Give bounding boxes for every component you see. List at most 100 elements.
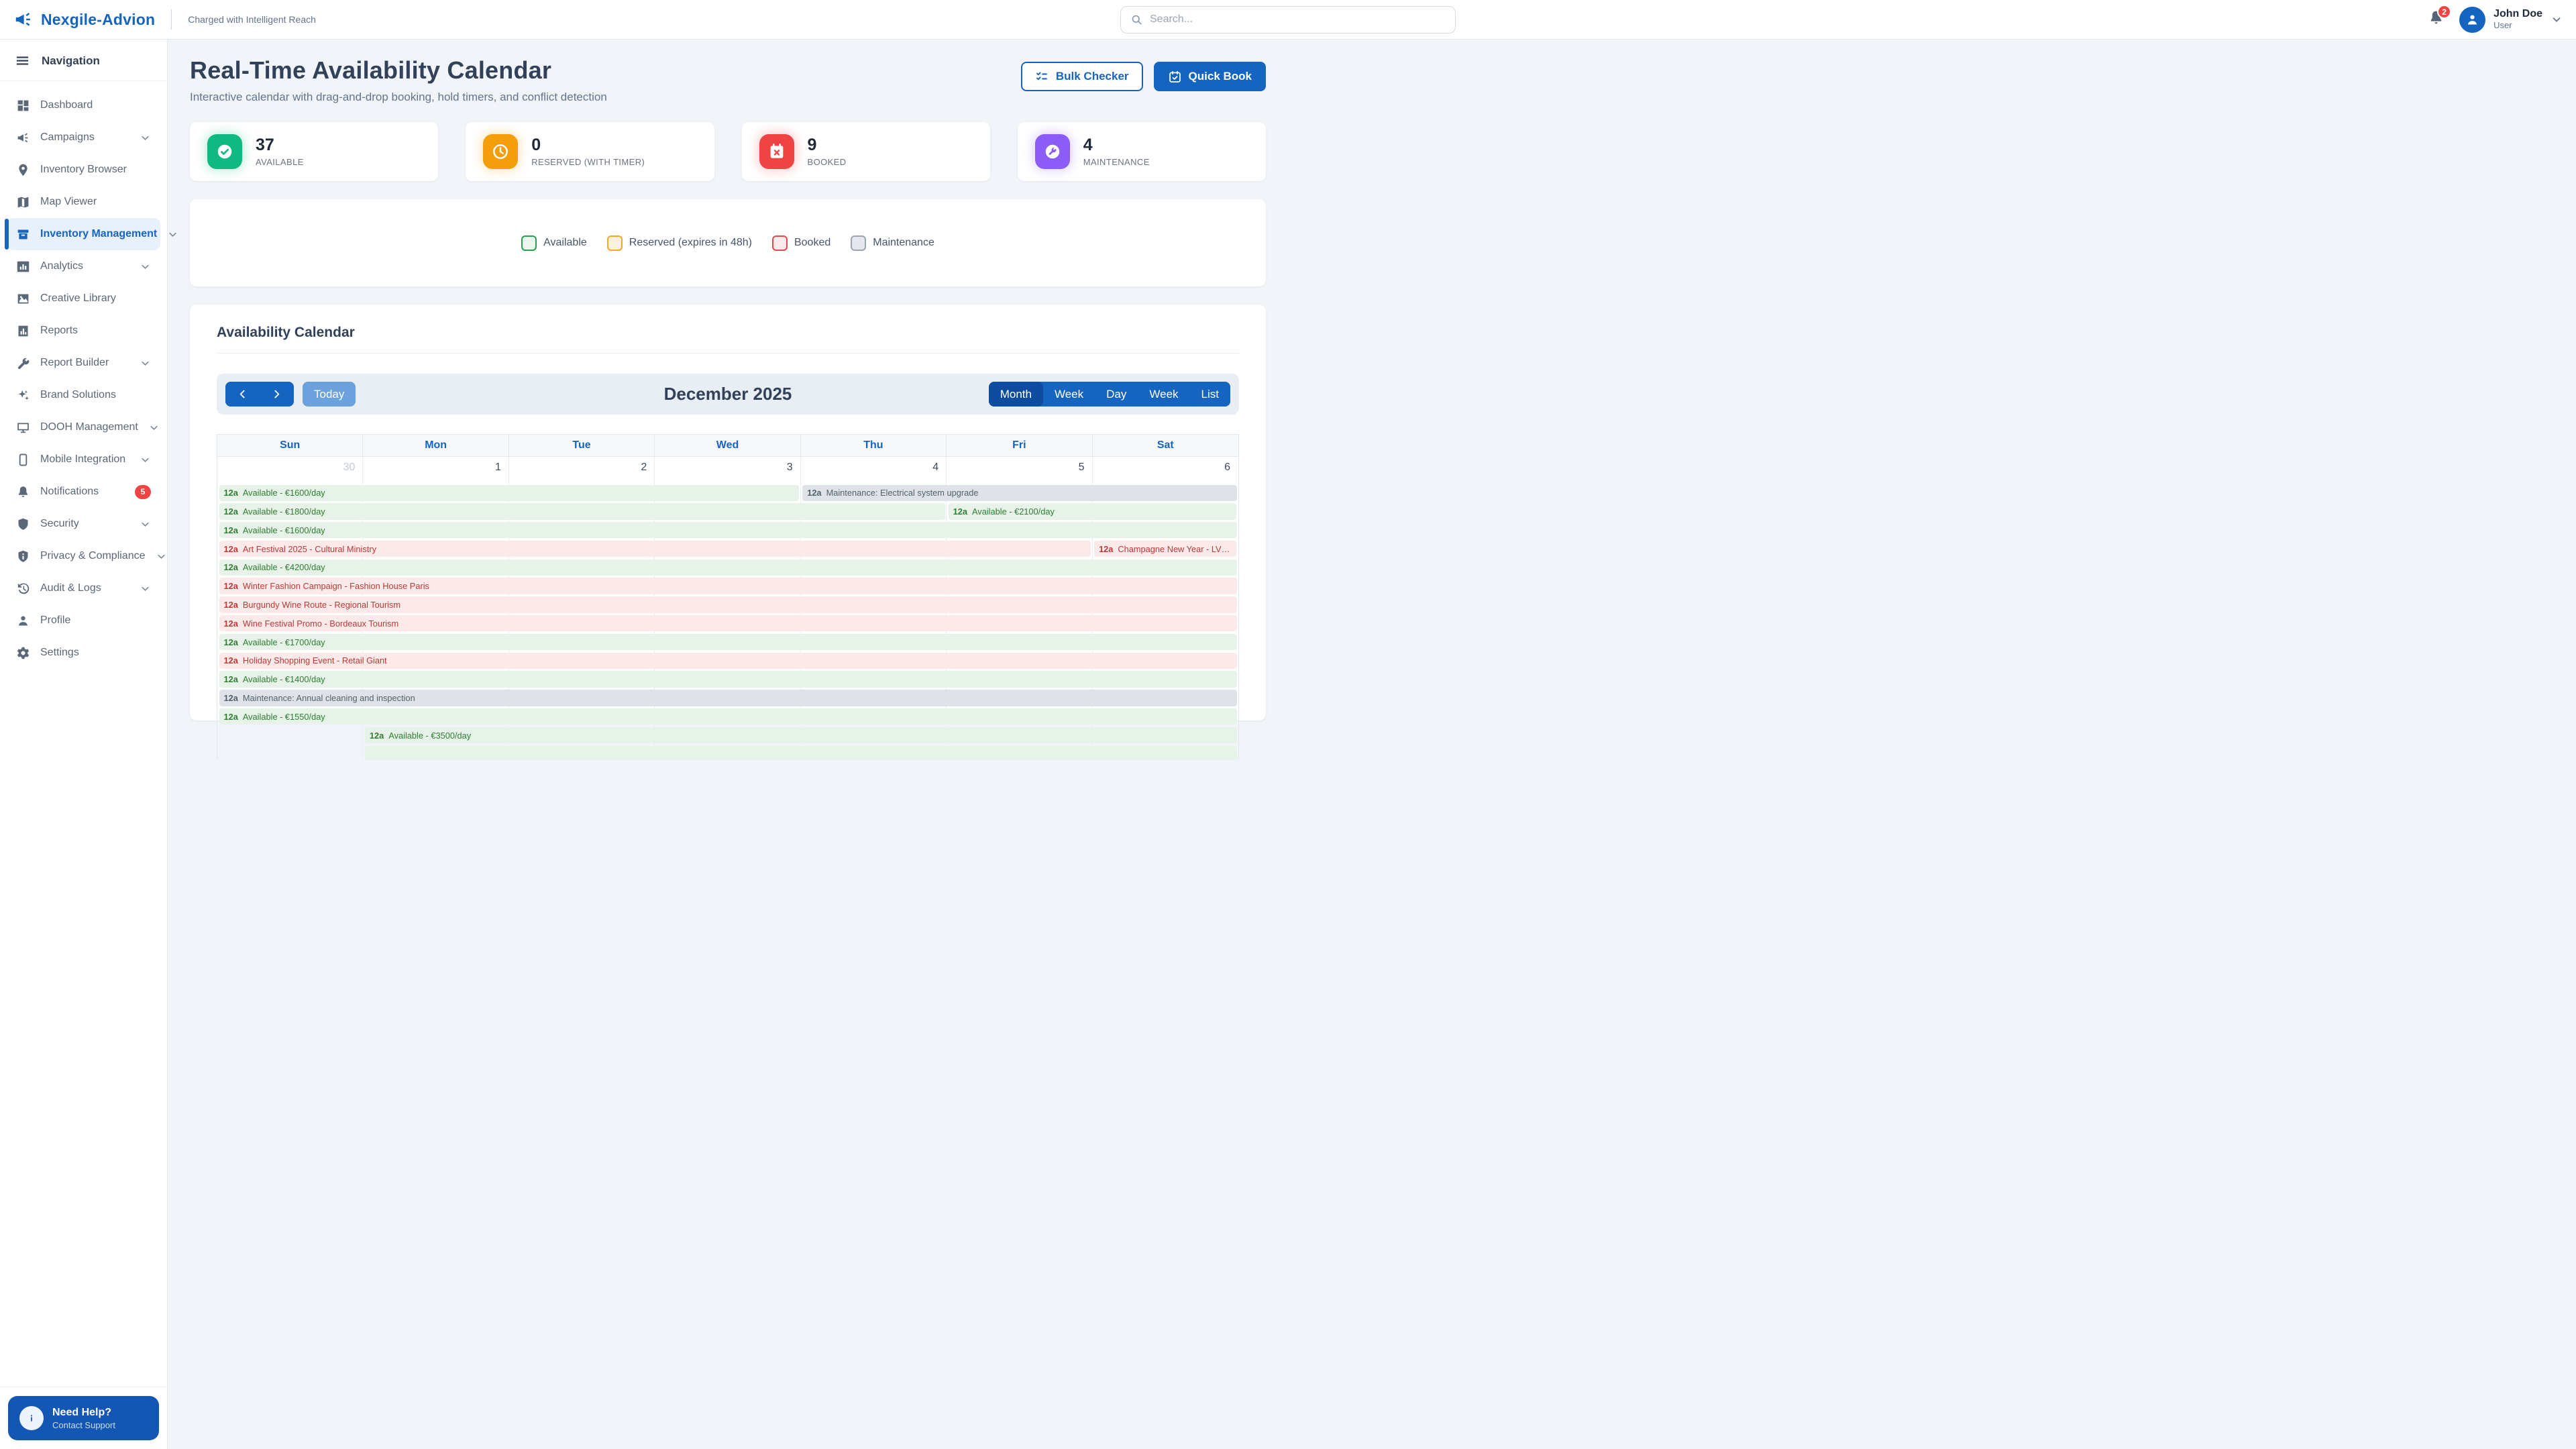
analytics-icon bbox=[16, 260, 30, 274]
legend-card: Available Reserved (expires in 48h) Book… bbox=[190, 199, 1266, 286]
today-button[interactable]: Today bbox=[303, 382, 356, 407]
phone-icon bbox=[16, 453, 30, 467]
next-month-button[interactable] bbox=[260, 382, 294, 407]
date-cell-2[interactable]: 2 bbox=[509, 457, 655, 484]
calendar-event[interactable]: 12aAvailable - €1800/day bbox=[219, 503, 945, 519]
view-button-list[interactable]: List bbox=[1190, 382, 1230, 407]
user-menu[interactable]: John Doe User bbox=[2459, 7, 2563, 33]
event-time: 12a bbox=[224, 712, 238, 722]
chevron-left-icon bbox=[237, 388, 248, 400]
event-title: Available - €1600/day bbox=[243, 488, 325, 498]
stat-value: 9 bbox=[808, 136, 847, 155]
event-row: 12aAvailable - €1550/day bbox=[217, 708, 1238, 727]
legend-swatch bbox=[851, 235, 866, 251]
date-cell-5[interactable]: 5 bbox=[947, 457, 1092, 484]
wrench-icon bbox=[16, 356, 30, 370]
view-button-day[interactable]: Day bbox=[1095, 382, 1138, 407]
calendar-event[interactable]: 12aAvailable - €1600/day bbox=[219, 485, 800, 501]
calendar-event[interactable]: 12aAvailable - €1700/day bbox=[219, 634, 1237, 650]
help-box[interactable]: Need Help? Contact Support bbox=[8, 1396, 159, 1440]
quick-book-button[interactable]: Quick Book bbox=[1154, 62, 1266, 91]
stat-label: AVAILABLE bbox=[256, 157, 304, 167]
sidebar-item-reports[interactable]: Reports bbox=[7, 315, 160, 347]
view-switcher: MonthWeekDayWeekList bbox=[989, 382, 1230, 407]
legend-item-available: Available bbox=[521, 235, 587, 251]
calendar-event[interactable]: 12aChampagne New Year - LVMH Group bbox=[1094, 541, 1236, 557]
calendar-event[interactable]: 12aAvailable - €3500/day bbox=[365, 727, 1237, 743]
sidebar-item-notifications[interactable]: Notifications5 bbox=[7, 476, 160, 508]
help-subtitle: Contact Support bbox=[52, 1420, 115, 1430]
event-row: 12aWine Festival Promo - Bordeaux Touris… bbox=[217, 614, 1238, 633]
sidebar-item-label: Dashboard bbox=[40, 99, 93, 111]
calendar-event[interactable]: 12aMaintenance: Annual cleaning and insp… bbox=[219, 690, 1237, 706]
view-button-week-2[interactable]: Week bbox=[1138, 382, 1189, 407]
sidebar-item-inventory-browser[interactable]: Inventory Browser bbox=[7, 154, 160, 186]
checklist-icon bbox=[1035, 70, 1049, 84]
event-time: 12a bbox=[224, 525, 238, 535]
sidebar-item-profile[interactable]: Profile bbox=[7, 604, 160, 637]
sidebar-item-creative-library[interactable]: Creative Library bbox=[7, 282, 160, 315]
notifications-bell-button[interactable]: 2 bbox=[2428, 9, 2445, 30]
calendar-event[interactable]: 12a Available - €4200/day bbox=[219, 559, 1237, 576]
calendar-event[interactable] bbox=[365, 746, 1237, 760]
date-cell-4[interactable]: 4 bbox=[801, 457, 947, 484]
sidebar-item-inventory-management[interactable]: Inventory Management bbox=[7, 218, 160, 250]
stat-icon-tile bbox=[483, 134, 518, 169]
date-cell-6[interactable]: 6 bbox=[1093, 457, 1238, 484]
bulk-checker-button[interactable]: Bulk Checker bbox=[1021, 62, 1143, 91]
prev-month-button[interactable] bbox=[225, 382, 260, 407]
view-button-month[interactable]: Month bbox=[989, 382, 1043, 407]
event-time: 12a bbox=[953, 506, 967, 517]
calendar-event[interactable]: 12aAvailable - €1550/day bbox=[219, 708, 1237, 724]
sidebar-item-privacy-compliance[interactable]: Privacy & Compliance bbox=[7, 540, 160, 572]
date-cell-1[interactable]: 1 bbox=[363, 457, 508, 484]
calendar-event[interactable]: 12aBurgundy Wine Route - Regional Touris… bbox=[219, 596, 1237, 612]
sidebar-item-analytics[interactable]: Analytics bbox=[7, 250, 160, 282]
calendar-grid: SunMonTueWedThuFriSat 30123456 12aAvaila… bbox=[217, 434, 1239, 760]
event-title: Winter Fashion Campaign - Fashion House … bbox=[243, 581, 429, 591]
sidebar-item-brand-solutions[interactable]: Brand Solutions bbox=[7, 379, 160, 411]
person-icon bbox=[16, 614, 30, 628]
calendar-event[interactable]: 12aHoliday Shopping Event - Retail Giant bbox=[219, 653, 1237, 669]
calendar-event[interactable]: 12aAvailable - €2100/day bbox=[949, 503, 1237, 519]
menu-icon[interactable] bbox=[15, 53, 30, 68]
event-title: Available - €4200/day bbox=[243, 562, 325, 572]
event-row: 12aAvailable - €1700/day bbox=[217, 633, 1238, 651]
sidebar-item-label: Settings bbox=[40, 647, 79, 659]
sidebar-item-dashboard[interactable]: Dashboard bbox=[7, 89, 160, 121]
sidebar-item-audit-logs[interactable]: Audit & Logs bbox=[7, 572, 160, 604]
sidebar-item-report-builder[interactable]: Report Builder bbox=[7, 347, 160, 379]
sidebar-nav: Dashboard CampaignsInventory BrowserMap V… bbox=[0, 81, 167, 677]
calendar-event[interactable]: 12aWine Festival Promo - Bordeaux Touris… bbox=[219, 615, 1237, 631]
calendar-event[interactable]: 12aArt Festival 2025 - Cultural Ministry bbox=[219, 541, 1091, 557]
date-cell-30[interactable]: 30 bbox=[217, 457, 363, 484]
sidebar-item-dooh-management[interactable]: DOOH Management bbox=[7, 411, 160, 443]
calendar-check-icon bbox=[1168, 70, 1182, 84]
stat-label: BOOKED bbox=[808, 157, 847, 167]
sidebar-item-campaigns[interactable]: Campaigns bbox=[7, 121, 160, 154]
chevron-down-icon bbox=[140, 519, 151, 530]
sidebar-item-security[interactable]: Security bbox=[7, 508, 160, 540]
search-input[interactable] bbox=[1150, 13, 1446, 25]
sidebar-item-mobile-integration[interactable]: Mobile Integration bbox=[7, 443, 160, 476]
sidebar-item-label: Inventory Management bbox=[40, 228, 157, 240]
calendar-event[interactable]: 12aMaintenance: Electrical system upgrad… bbox=[802, 485, 1236, 501]
calendar-card: Availability Calendar Today December 202… bbox=[190, 305, 1266, 720]
event-row: 12aMaintenance: Annual cleaning and insp… bbox=[217, 689, 1238, 708]
event-time: 12a bbox=[224, 619, 238, 629]
calendar-event[interactable]: 12aAvailable - €1400/day bbox=[219, 671, 1237, 687]
sidebar-item-label: Notifications bbox=[40, 486, 99, 498]
sidebar-item-label: DOOH Management bbox=[40, 421, 138, 433]
calendar-event[interactable]: 12aWinter Fashion Campaign - Fashion Hou… bbox=[219, 578, 1237, 594]
stats-row: 37 AVAILABLE 0 RESERVED (WITH TIMER) 9 B… bbox=[190, 122, 1266, 181]
archive-icon bbox=[16, 227, 30, 241]
event-row: 12aArt Festival 2025 - Cultural Ministry… bbox=[217, 539, 1238, 558]
sidebar-item-map-viewer[interactable]: Map Viewer bbox=[7, 186, 160, 218]
calendar-event[interactable]: 12aAvailable - €1600/day bbox=[219, 522, 1237, 538]
date-cell-3[interactable]: 3 bbox=[655, 457, 800, 484]
sidebar-item-settings[interactable]: Settings bbox=[7, 637, 160, 669]
gear-icon bbox=[16, 646, 30, 660]
event-time: 12a bbox=[224, 637, 238, 647]
event-time: 12a bbox=[224, 562, 238, 572]
view-button-week[interactable]: Week bbox=[1043, 382, 1095, 407]
